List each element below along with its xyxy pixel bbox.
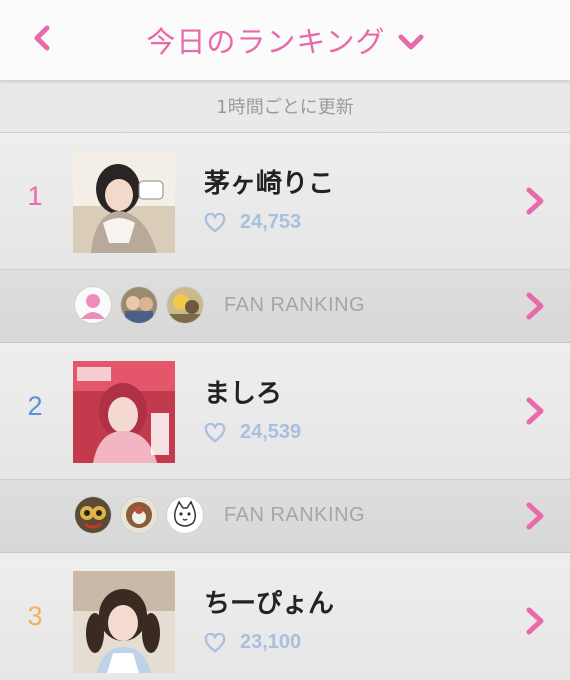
fan-avatar	[75, 287, 111, 323]
idol-photo[interactable]	[73, 361, 175, 463]
like-count-group: 24,539	[204, 421, 301, 444]
ranking-row-3[interactable]: 3 ちーぴょん 23,100	[0, 553, 570, 680]
ranking-row-2[interactable]: 2 ましろ 24,539	[0, 343, 570, 480]
heart-icon	[204, 422, 226, 442]
rank-number: 1	[27, 181, 43, 211]
like-count-group: 23,100	[204, 631, 301, 654]
fan-avatar	[121, 497, 157, 533]
chevron-right-icon	[526, 397, 544, 425]
header-bar: 今日のランキング	[0, 0, 570, 80]
idol-name: ちーぴょん	[204, 589, 335, 619]
fan-ranking-row-2[interactable]: FAN RANKING	[0, 480, 570, 553]
title-dropdown[interactable]: 今日のランキング	[0, 0, 570, 80]
idol-name: 茅ヶ崎りこ	[204, 169, 335, 199]
like-count: 24,753	[240, 211, 302, 233]
chevron-left-icon	[34, 25, 50, 51]
page-title: 今日のランキング	[146, 25, 386, 59]
fan-avatar	[167, 497, 203, 533]
chevron-right-icon	[526, 502, 544, 530]
user-silhouette-icon	[75, 287, 111, 323]
chevron-right-icon	[526, 607, 544, 635]
idol-photo[interactable]	[73, 151, 175, 253]
like-count-group: 24,753	[204, 211, 301, 234]
heart-icon	[204, 632, 226, 652]
like-count: 24,539	[240, 421, 302, 443]
update-frequency-note: 1時間ごとに更新	[0, 80, 570, 133]
idol-photo[interactable]	[73, 571, 175, 673]
fan-avatar	[121, 287, 157, 323]
idol-name: ましろ	[204, 379, 283, 409]
fan-ranking-label: FAN RANKING	[224, 504, 366, 526]
ranking-row-1[interactable]: 1 茅ヶ崎りこ 24,753	[0, 133, 570, 270]
fan-ranking-label: FAN RANKING	[224, 294, 366, 316]
back-button[interactable]	[22, 18, 62, 58]
fan-ranking-row-1[interactable]: FAN RANKING	[0, 270, 570, 343]
rank-number: 2	[27, 391, 43, 421]
like-count: 23,100	[240, 631, 302, 653]
heart-icon	[204, 212, 226, 232]
fan-avatar	[75, 497, 111, 533]
chevron-right-icon	[526, 187, 544, 215]
chevron-right-icon	[526, 292, 544, 320]
rank-number: 3	[27, 601, 43, 631]
chevron-down-icon	[398, 34, 424, 50]
ranking-screen: 今日のランキング 1時間ごとに更新 1 茅ヶ崎りこ 24,753 FAN RAN…	[0, 0, 570, 680]
fan-avatar	[167, 287, 203, 323]
